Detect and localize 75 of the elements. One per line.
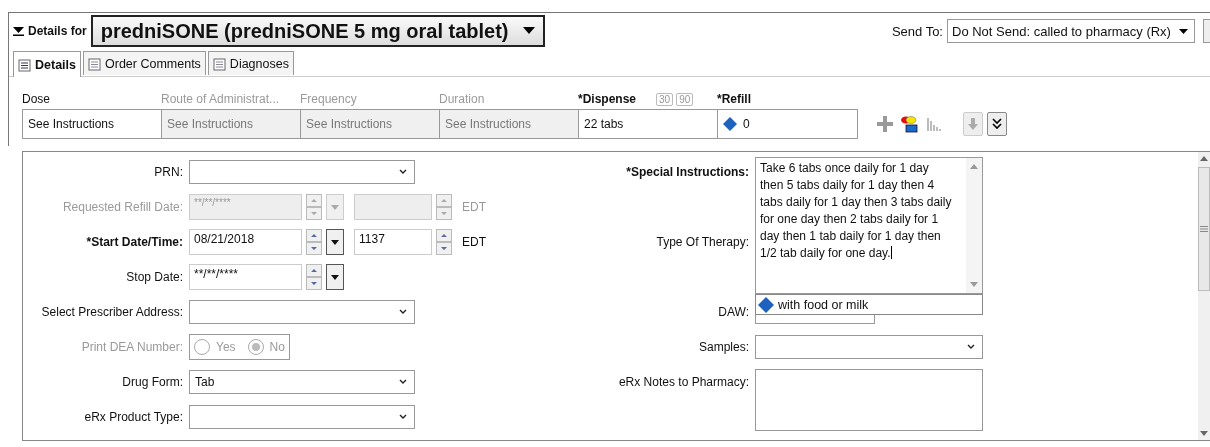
dropdown-field[interactable] (755, 334, 983, 359)
field-label: Requested Refill Date: (62, 199, 183, 214)
time-zone-label: EDT (462, 234, 486, 249)
field-label: Samples: (698, 339, 749, 354)
scroll-up-icon[interactable] (1200, 156, 1208, 161)
column-label: Dose (22, 92, 50, 106)
expand-button[interactable] (987, 112, 1007, 136)
chevron-icon (967, 344, 975, 349)
spin-buttons[interactable] (436, 193, 452, 220)
column-label: Frequency (300, 92, 357, 106)
pills-icon[interactable] (901, 115, 919, 133)
column-label: *Refill (717, 92, 751, 106)
bar-chart-icon[interactable] (927, 117, 941, 131)
column-label: *Dispense (578, 92, 637, 106)
tab[interactable]: Order Comments (83, 51, 206, 75)
field-label: eRx Notes to Pharmacy: (618, 374, 749, 389)
order-field[interactable]: 22 tabs (578, 109, 718, 139)
double-chevron-icon (992, 118, 1002, 130)
scrollbar[interactable] (1198, 152, 1210, 440)
dropdown-field[interactable] (189, 159, 415, 184)
dropdown-field[interactable] (189, 404, 415, 429)
scroll-down-icon[interactable] (1200, 431, 1208, 436)
plus-icon[interactable] (877, 116, 893, 132)
suggestion-menu[interactable]: with food or milk (755, 294, 983, 315)
notes-field[interactable] (755, 369, 983, 431)
chevron-icon (399, 414, 407, 419)
field-label: Print DEA Number: (81, 339, 183, 354)
collapse-icon[interactable] (13, 26, 24, 36)
details-for-label: Details for (28, 24, 87, 38)
document-icon (18, 57, 32, 72)
arrow-down-icon (968, 118, 978, 130)
date-field[interactable]: **/**/**** (189, 263, 302, 290)
send-to-dropdown[interactable]: Do Not Send: called to pharmacy (Rx) (947, 19, 1195, 43)
order-field[interactable]: See Instructions (22, 109, 162, 139)
field-label: DAW: (718, 304, 749, 319)
spin-buttons[interactable] (306, 228, 322, 255)
date-field[interactable]: 08/21/2018 (189, 228, 302, 255)
calendar-dropdown-button[interactable] (326, 263, 344, 290)
tab[interactable]: Diagnoses (207, 51, 294, 75)
grip-icon (1200, 226, 1208, 232)
special-instructions-field[interactable]: Take 6 tabs once daily for 1 day then 5 tabs daily for 1 day then 4 tabs daily for 1 day then 3 tabs daily for one day then 2 tabs daily for 1 day then 1 tab daily for 1 day then 1/2 tab daily for one day. (755, 157, 983, 294)
field-label: eRx Product Type: (84, 409, 183, 424)
spin-buttons[interactable] (306, 193, 322, 220)
dropdown-field[interactable] (189, 299, 415, 324)
toolbar-button[interactable] (1203, 19, 1210, 43)
field-label: Select Prescriber Address: (41, 304, 183, 319)
product-dropdown[interactable]: predniSONE (predniSONE 5 mg oral tablet) (90, 15, 545, 47)
field-label: *Start Date/Time: (86, 234, 183, 249)
column-label: Duration (439, 92, 485, 106)
document-icon (212, 56, 227, 71)
caret-icon (522, 27, 535, 35)
field-label: *Special Instructions: (626, 164, 749, 179)
spin-buttons[interactable] (436, 228, 452, 255)
order-field[interactable]: 0 (717, 109, 858, 139)
diamond-icon (758, 296, 774, 313)
send-to-label: Send To: (891, 23, 943, 39)
field-label: Drug Form: (122, 374, 183, 389)
scroll-down-icon[interactable] (970, 282, 978, 287)
chevron-icon (399, 379, 407, 384)
spin-buttons[interactable] (306, 263, 322, 290)
chevron-icon (399, 309, 407, 314)
scroll-up-icon[interactable] (970, 164, 978, 169)
tab[interactable]: Details (13, 51, 81, 77)
chevron-icon (399, 169, 407, 174)
calendar-dropdown-button[interactable] (326, 228, 344, 255)
time-field[interactable] (354, 193, 432, 220)
caret-icon (1179, 28, 1188, 34)
column-label: Route of Administrat... (161, 92, 280, 106)
field-label: Type Of Therapy: (656, 234, 749, 249)
time-field[interactable]: 1137 (354, 228, 432, 255)
document-icon (88, 56, 102, 71)
field-label: PRN: (154, 164, 183, 179)
time-zone-label: EDT (462, 199, 486, 214)
dropdown-field[interactable]: Tab (189, 369, 415, 394)
field-label: Stop Date: (126, 269, 183, 284)
